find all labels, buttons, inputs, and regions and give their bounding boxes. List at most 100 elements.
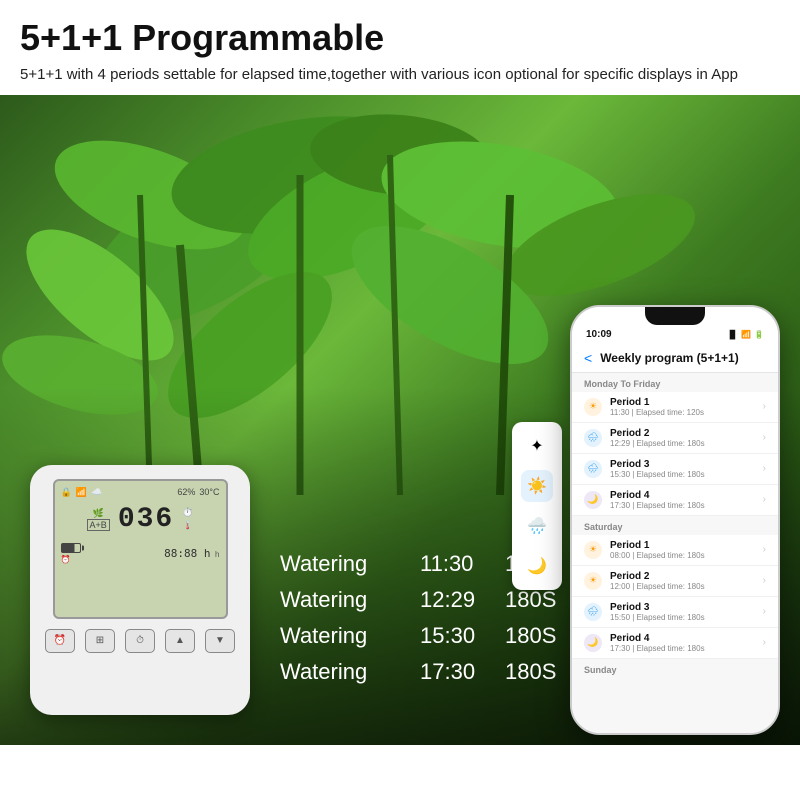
period-mon-1[interactable]: ☀ Period 1 11:30 | Elapsed time: 120s › — [572, 392, 778, 423]
period-icon-rain-2: 🌧 — [584, 429, 602, 447]
period-info-sat-2: Period 2 12:00 | Elapsed time: 180s — [610, 571, 755, 591]
period-icon-moon-4: 🌙 — [584, 491, 602, 509]
device-screen: 🔒 📶 ☁️ 62% 30°C 🌿 A+B 036 ⏱️ 🌡️ — [53, 479, 228, 619]
period-name-sat-3: Period 3 — [610, 602, 755, 613]
back-button[interactable]: < — [584, 350, 592, 366]
main-image-area: 🔒 📶 ☁️ 62% 30°C 🌿 A+B 036 ⏱️ 🌡️ — [0, 95, 800, 745]
schedule-label-4: Watering — [280, 659, 390, 685]
period-icon-moon-sat-4: 🌙 — [584, 634, 602, 652]
screen-main: 🌿 A+B 036 ⏱️ 🌡️ — [61, 504, 220, 535]
period-info-2: Period 2 12:29 | Elapsed time: 180s — [610, 428, 755, 448]
btn-down[interactable]: ▼ — [205, 629, 235, 653]
period-sat-4[interactable]: 🌙 Period 4 17:30 | Elapsed time: 180s › — [572, 628, 778, 659]
signal-icon: ▐▌ — [727, 330, 738, 339]
screen-bottom-row: ⏰ 88:88 h h — [61, 543, 220, 564]
cloud-icon: ☁️ — [91, 487, 102, 498]
period-detail-sat-3: 15:50 | Elapsed time: 180s — [610, 613, 755, 622]
period-icon-sun-1: ☀ — [584, 398, 602, 416]
screen-icons-right: 62% 30°C — [177, 487, 219, 497]
period-name-sat-1: Period 1 — [610, 540, 755, 551]
panel-icon-rain[interactable]: 🌧️ — [521, 510, 553, 542]
period-info-sat-3: Period 3 15:50 | Elapsed time: 180s — [610, 602, 755, 622]
day-label-weekday: Monday To Friday — [572, 373, 778, 392]
btn-timer[interactable]: ⏱ — [125, 629, 155, 653]
period-icon-rain-sat-3: 🌧 — [584, 603, 602, 621]
temp-value: 30°C — [199, 487, 219, 497]
btn-clock[interactable]: ⏰ — [45, 629, 75, 653]
period-mon-2[interactable]: 🌧 Period 2 12:29 | Elapsed time: 180s › — [572, 423, 778, 454]
period-name-1: Period 1 — [610, 397, 755, 408]
schedule-duration-3: 180S — [505, 623, 556, 649]
period-icon-sun-sat-1: ☀ — [584, 541, 602, 559]
period-arrow-3: › — [763, 463, 766, 474]
period-arrow-sat-4: › — [763, 637, 766, 648]
period-info-4: Period 4 17:30 | Elapsed time: 180s — [610, 490, 755, 510]
period-arrow-1: › — [763, 401, 766, 412]
wifi-status-icon: 📶 — [741, 330, 751, 339]
period-detail-3: 15:30 | Elapsed time: 180s — [610, 470, 755, 479]
schedule-row-4: Watering 17:30 180S — [280, 659, 556, 685]
page-subtitle: 5+1+1 with 4 periods settable for elapse… — [20, 64, 780, 85]
period-sat-1[interactable]: ☀ Period 1 08:00 | Elapsed time: 180s › — [572, 535, 778, 566]
timer-device: 🔒 📶 ☁️ 62% 30°C 🌿 A+B 036 ⏱️ 🌡️ — [30, 465, 250, 715]
period-sat-3[interactable]: 🌧 Period 3 15:50 | Elapsed time: 180s › — [572, 597, 778, 628]
device-buttons: ⏰ ⊞ ⏱ ▲ ▼ — [45, 629, 235, 653]
schedule-duration-4: 180S — [505, 659, 556, 685]
battery-status-icon: 🔋 — [754, 330, 764, 339]
clock-icon: ⏰ — [54, 635, 66, 646]
up-icon: ▲ — [175, 635, 185, 646]
period-arrow-sat-1: › — [763, 544, 766, 555]
battery-icon — [61, 543, 81, 553]
lock-icon: 🔒 — [61, 487, 72, 498]
period-name-sat-4: Period 4 — [610, 633, 755, 644]
down-icon: ▼ — [215, 635, 225, 646]
period-icon-rain-3: 🌧 — [584, 460, 602, 478]
day-label-sunday: Sunday — [572, 659, 778, 678]
humidity-value: 62% — [177, 487, 195, 497]
period-arrow-4: › — [763, 494, 766, 505]
schedule-label-1: Watering — [280, 551, 390, 577]
screen-time-display: 88:88 h h — [164, 547, 219, 560]
period-mon-3[interactable]: 🌧 Period 3 15:30 | Elapsed time: 180s › — [572, 454, 778, 485]
phone-app-title: Weekly program (5+1+1) — [600, 351, 739, 365]
screen-top-row: 🔒 📶 ☁️ 62% 30°C — [61, 487, 220, 498]
phone-app-header: < Weekly program (5+1+1) — [572, 344, 778, 373]
phone-mockup: 10:09 ▐▌ 📶 🔋 < Weekly program (5+1+1) Mo… — [570, 305, 780, 735]
period-arrow-2: › — [763, 432, 766, 443]
period-mon-4[interactable]: 🌙 Period 4 17:30 | Elapsed time: 180s › — [572, 485, 778, 516]
period-detail-1: 11:30 | Elapsed time: 120s — [610, 408, 755, 417]
panel-icon-moon[interactable]: 🌙 — [521, 550, 553, 582]
header: 5+1+1 Programmable 5+1+1 with 4 periods … — [0, 0, 800, 95]
screen-icons-left: 🔒 📶 ☁️ — [61, 487, 103, 498]
btn-grid[interactable]: ⊞ — [85, 629, 115, 653]
phone-notch — [645, 307, 705, 325]
schedule-label-3: Watering — [280, 623, 390, 649]
period-detail-sat-4: 17:30 | Elapsed time: 180s — [610, 644, 755, 653]
phone-screen: 10:09 ▐▌ 📶 🔋 < Weekly program (5+1+1) Mo… — [572, 307, 778, 733]
phone-time: 10:09 — [586, 329, 612, 340]
day-label-saturday: Saturday — [572, 516, 778, 535]
period-name-2: Period 2 — [610, 428, 755, 439]
panel-icon-star[interactable]: ✦ — [521, 430, 553, 462]
period-info-3: Period 3 15:30 | Elapsed time: 180s — [610, 459, 755, 479]
period-info-sat-1: Period 1 08:00 | Elapsed time: 180s — [610, 540, 755, 560]
period-sat-2[interactable]: ☀ Period 2 12:00 | Elapsed time: 180s › — [572, 566, 778, 597]
wifi-icon: 📶 — [76, 487, 87, 498]
period-detail-2: 12:29 | Elapsed time: 180s — [610, 439, 755, 448]
schedule-row-3: Watering 15:30 180S — [280, 623, 556, 649]
period-info-1: Period 1 11:30 | Elapsed time: 120s — [610, 397, 755, 417]
period-name-sat-2: Period 2 — [610, 571, 755, 582]
schedule-time-3: 15:30 — [420, 623, 475, 649]
btn-up[interactable]: ▲ — [165, 629, 195, 653]
period-detail-sat-2: 12:00 | Elapsed time: 180s — [610, 582, 755, 591]
period-arrow-sat-2: › — [763, 575, 766, 586]
screen-number: 036 — [118, 504, 174, 535]
icon-panel: ✦ ☀️ 🌧️ 🌙 — [512, 422, 562, 590]
panel-icon-sun[interactable]: ☀️ — [521, 470, 553, 502]
schedule-row-2: Watering 12:29 180S — [280, 587, 556, 613]
grid-icon: ⊞ — [96, 635, 104, 646]
period-detail-sat-1: 08:00 | Elapsed time: 180s — [610, 551, 755, 560]
schedule-time-1: 11:30 — [420, 551, 475, 577]
period-info-sat-4: Period 4 17:30 | Elapsed time: 180s — [610, 633, 755, 653]
schedule-label-2: Watering — [280, 587, 390, 613]
